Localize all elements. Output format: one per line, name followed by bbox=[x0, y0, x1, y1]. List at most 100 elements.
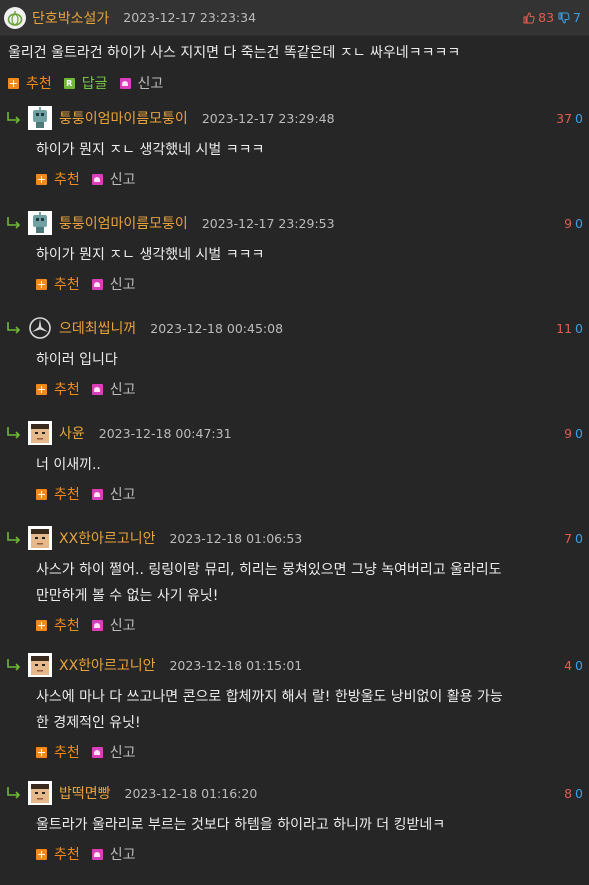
reply-arrow-icon bbox=[7, 659, 21, 671]
reply-author-nick[interactable]: 으데최씹니꺼 bbox=[59, 318, 136, 338]
reply-up-count: 11 bbox=[556, 320, 573, 336]
star-logo-avatar-icon[interactable] bbox=[28, 316, 52, 340]
reply-down-count: 0 bbox=[575, 785, 583, 801]
report-label: 신고 bbox=[109, 487, 136, 503]
reply-arrow-icon bbox=[7, 532, 21, 544]
reply-icon: R bbox=[63, 77, 75, 89]
plus-icon bbox=[36, 848, 47, 860]
reply-body-line: 한 경제적인 유닛! bbox=[36, 715, 141, 731]
recommend-label: 추천 bbox=[26, 76, 52, 92]
reply-down-count: 0 bbox=[575, 530, 583, 546]
recommend-button[interactable]: 추천 bbox=[36, 169, 80, 189]
reply-up-count: 7 bbox=[564, 530, 573, 546]
reply-button[interactable]: R 답글 bbox=[63, 73, 108, 93]
reply-votes: 11 0 bbox=[556, 321, 583, 336]
reply-date: 2023-12-18 00:47:31 bbox=[98, 425, 232, 441]
reply-up-count: 9 bbox=[564, 215, 573, 231]
reply-body: 사스에 마나 다 쓰고나면 콘으로 합체까지 해서 랄! 한방울도 낭비없이 활… bbox=[0, 678, 589, 742]
post-date: 2023-12-17 23:23:34 bbox=[123, 10, 257, 25]
reply-author-nick[interactable]: 퉁퉁이엄마이름모퉁이 bbox=[59, 213, 188, 233]
reply-body-line: 울트라가 울라리로 부르는 것보다 하템을 하이라고 하니까 더 킹받네ㅋ bbox=[36, 817, 446, 833]
siren-icon bbox=[91, 619, 103, 631]
reply-body-line: 만만하게 볼 수 없는 사기 유닛! bbox=[36, 588, 219, 604]
thumb-up-icon[interactable] bbox=[523, 11, 535, 24]
reply-votes: 90 bbox=[564, 216, 583, 231]
post-actions: 추천 R 답글 신고 bbox=[0, 64, 589, 93]
recommend-button[interactable]: 추천 bbox=[36, 484, 80, 504]
report-label: 신고 bbox=[137, 76, 164, 92]
reply-item: 으데최씹니꺼 2023-12-18 00:45:08 11 0 하이러 입니다 추… bbox=[0, 315, 589, 420]
reply-item: XX한아르고니안 2023-12-18 01:06:53 70 사스가 하이 쩔… bbox=[0, 525, 589, 652]
reply-body: 하이러 입니다 bbox=[0, 341, 589, 379]
reply-down-count: 0 bbox=[575, 215, 583, 231]
reply-actions: 추천 신고 bbox=[0, 169, 589, 189]
post-up-count: 83 bbox=[538, 10, 555, 25]
robot-avatar-icon[interactable] bbox=[28, 211, 52, 235]
siren-icon bbox=[91, 848, 103, 860]
reply-up-count: 9 bbox=[564, 425, 573, 441]
report-button[interactable]: 신고 bbox=[119, 73, 164, 93]
reply-author-nick[interactable]: XX한아르고니안 bbox=[59, 528, 155, 548]
report-button[interactable]: 신고 bbox=[91, 274, 136, 294]
recommend-button[interactable]: 추천 bbox=[36, 742, 80, 762]
reply-down-count: 0 bbox=[575, 657, 583, 673]
report-label: 신고 bbox=[109, 382, 136, 398]
reply-actions: 추천 신고 bbox=[0, 484, 589, 504]
reply-author-nick[interactable]: 밥떡면빵 bbox=[59, 783, 111, 803]
siren-icon bbox=[91, 488, 103, 500]
plus-icon bbox=[36, 173, 47, 185]
report-button[interactable]: 신고 bbox=[91, 484, 136, 504]
reply-votes: 90 bbox=[564, 426, 583, 441]
reply-header: 사윤 2023-12-18 00:47:31 90 bbox=[0, 420, 589, 446]
reply-actions: 추천 신고 bbox=[0, 844, 589, 864]
recommend-label: 추천 bbox=[54, 847, 80, 863]
reply-date: 2023-12-18 01:16:20 bbox=[124, 785, 258, 801]
recommend-button[interactable]: 추천 bbox=[36, 615, 80, 635]
pixel-face-avatar-icon[interactable] bbox=[28, 421, 52, 445]
report-label: 신고 bbox=[109, 172, 136, 188]
reply-date: 2023-12-17 23:29:53 bbox=[201, 215, 335, 231]
onion-avatar-icon[interactable] bbox=[4, 6, 26, 29]
reply-date: 2023-12-18 01:06:53 bbox=[169, 530, 303, 546]
reply-body: 울트라가 울라리로 부르는 것보다 하템을 하이라고 하니까 더 킹받네ㅋ bbox=[0, 806, 589, 844]
plus-icon bbox=[8, 77, 19, 89]
plus-icon bbox=[36, 278, 47, 290]
pixel-face-avatar-icon[interactable] bbox=[28, 653, 52, 677]
pixel-face-avatar-icon[interactable] bbox=[28, 781, 52, 805]
siren-icon bbox=[91, 173, 103, 185]
plus-icon bbox=[36, 746, 47, 758]
recommend-button[interactable]: 추천 bbox=[36, 844, 80, 864]
pixel-face-avatar-icon[interactable] bbox=[28, 526, 52, 550]
reply-arrow-icon bbox=[7, 322, 21, 334]
reply-arrow-icon bbox=[7, 427, 21, 439]
siren-icon bbox=[91, 383, 103, 395]
report-button[interactable]: 신고 bbox=[91, 615, 136, 635]
reply-author-nick[interactable]: 사윤 bbox=[59, 423, 85, 443]
thumb-down-icon[interactable] bbox=[558, 12, 570, 24]
post-body: 울리건 울트라건 하이가 사스 지지면 다 죽는건 똑같은데 ㅈㄴ 싸우네ㅋㅋㅋ… bbox=[8, 45, 461, 61]
report-label: 신고 bbox=[109, 847, 136, 863]
reply-arrow-icon bbox=[7, 112, 21, 124]
recommend-button[interactable]: 추천 bbox=[36, 379, 80, 399]
robot-avatar-icon[interactable] bbox=[28, 106, 52, 130]
reply-author-nick[interactable]: 퉁퉁이엄마이름모퉁이 bbox=[59, 108, 188, 128]
reply-body-line: 하이가 뭔지 ㅈㄴ 생각했네 시벌 ㅋㅋㅋ bbox=[36, 247, 265, 263]
reply-item: 퉁퉁이엄마이름모퉁이 2023-12-17 23:29:48 37 0 하이가 뭔… bbox=[0, 105, 589, 210]
report-button[interactable]: 신고 bbox=[91, 379, 136, 399]
recommend-label: 추천 bbox=[54, 277, 80, 293]
reply-date: 2023-12-18 01:15:01 bbox=[169, 657, 303, 673]
reply-votes: 40 bbox=[564, 658, 583, 673]
reply-date: 2023-12-17 23:29:48 bbox=[201, 110, 335, 126]
reply-list: 퉁퉁이엄마이름모퉁이 2023-12-17 23:29:48 37 0 하이가 뭔… bbox=[0, 93, 589, 885]
post-author-nick[interactable]: 단호박소설가 bbox=[32, 8, 109, 28]
reply-author-nick[interactable]: XX한아르고니안 bbox=[59, 655, 155, 675]
recommend-label: 추천 bbox=[54, 382, 80, 398]
recommend-button[interactable]: 추천 bbox=[36, 274, 80, 294]
report-button[interactable]: 신고 bbox=[91, 169, 136, 189]
report-label: 신고 bbox=[109, 277, 136, 293]
report-button[interactable]: 신고 bbox=[91, 844, 136, 864]
recommend-button[interactable]: 추천 bbox=[8, 73, 52, 93]
report-button[interactable]: 신고 bbox=[91, 742, 136, 762]
reply-votes: 70 bbox=[564, 531, 583, 546]
reply-label: 답글 bbox=[81, 76, 108, 92]
